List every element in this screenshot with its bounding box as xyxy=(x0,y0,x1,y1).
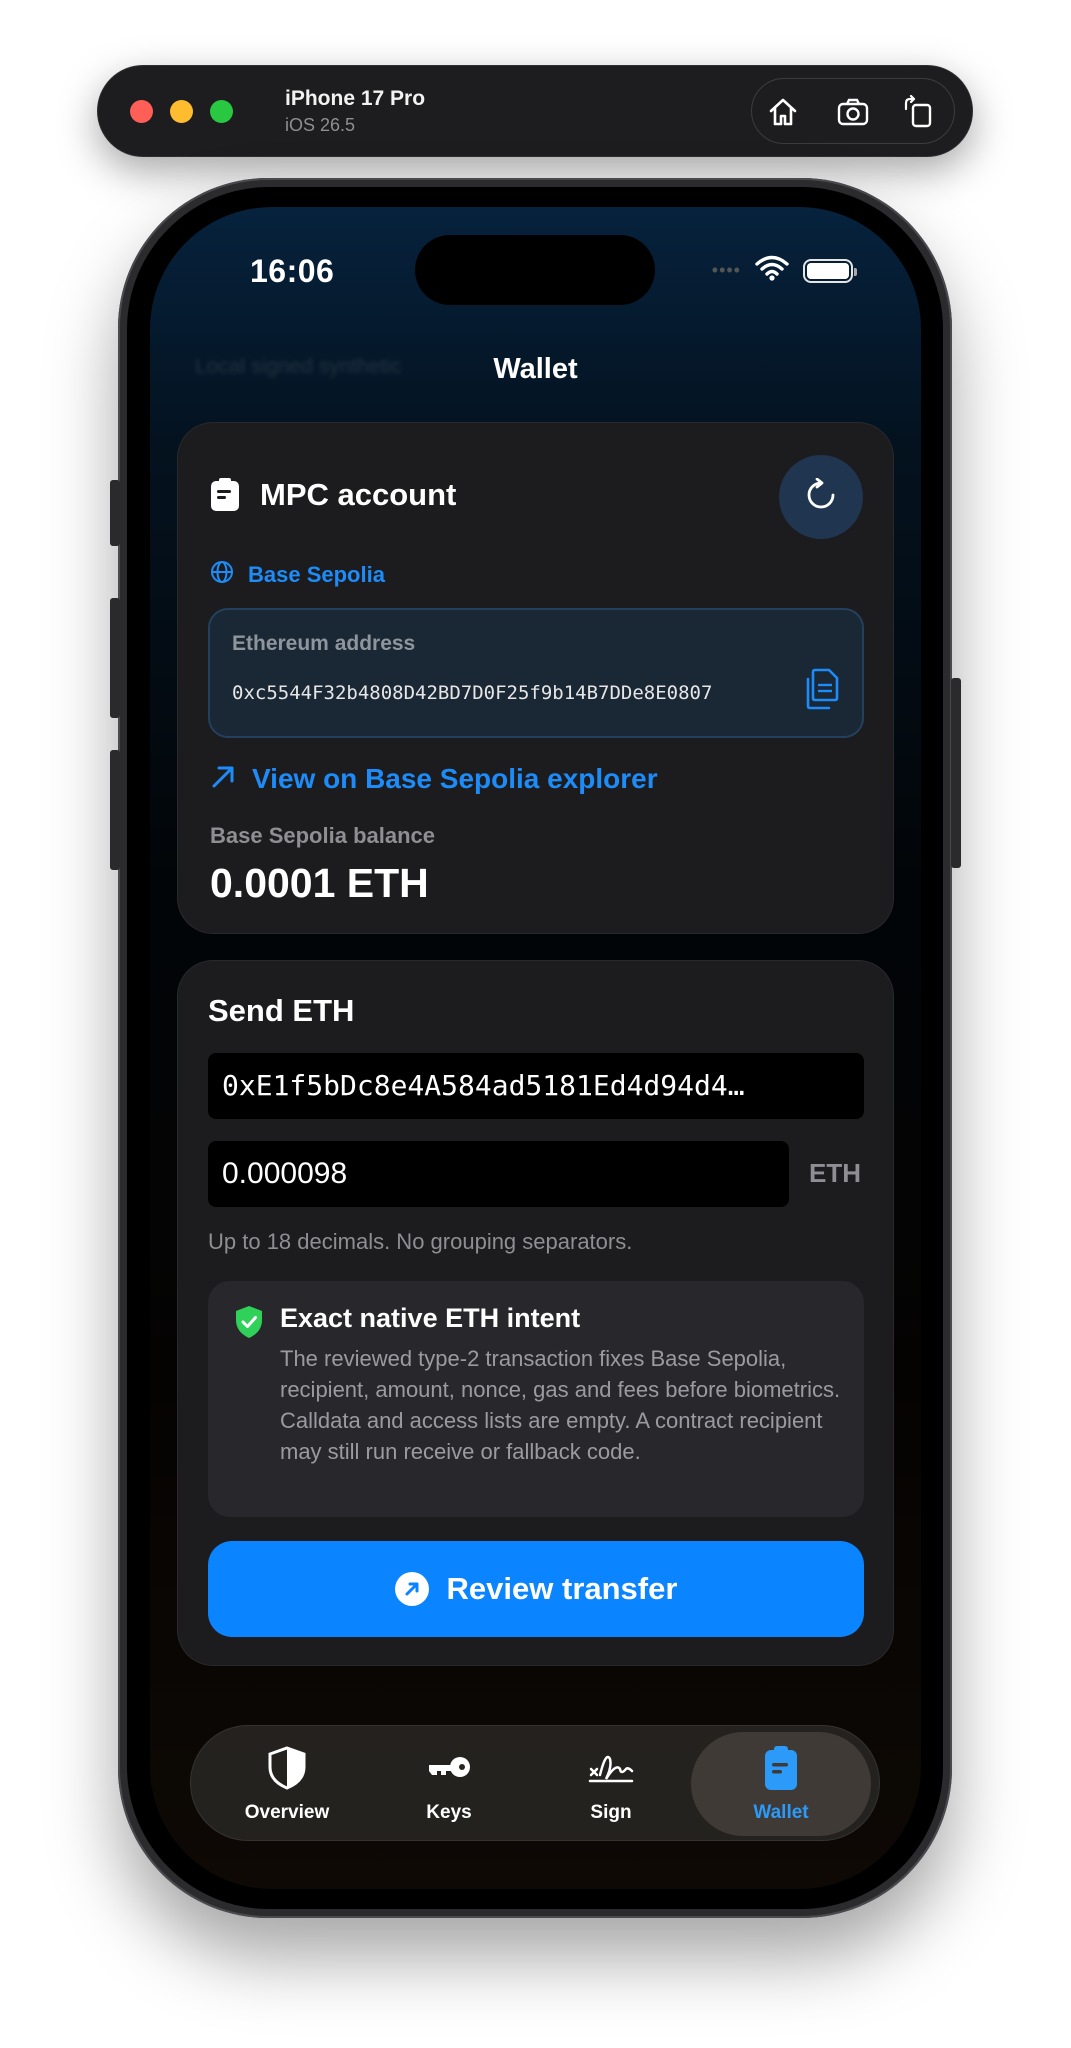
tab-wallet[interactable]: Wallet xyxy=(691,1732,871,1836)
balance-value: 0.0001 ETH xyxy=(210,860,429,906)
explorer-link[interactable]: View on Base Sepolia explorer xyxy=(210,763,658,795)
key-icon xyxy=(426,1745,472,1796)
simulator-toolbar: iPhone 17 Pro iOS 26.5 xyxy=(97,65,973,157)
simulator-device-name: iPhone 17 Pro xyxy=(285,87,426,110)
account-title: MPC account xyxy=(260,477,457,512)
explorer-link-text: View on Base Sepolia explorer xyxy=(252,763,658,794)
refresh-button[interactable] xyxy=(779,455,863,539)
arrow-up-right-icon xyxy=(210,764,236,795)
recipient-input[interactable]: 0xE1f5bDc8e4A584ad5181Ed4d94d4… xyxy=(208,1053,864,1119)
dynamic-island xyxy=(415,235,655,305)
tab-label: Sign xyxy=(590,1801,632,1823)
review-transfer-label: Review transfer xyxy=(446,1571,678,1606)
refresh-icon xyxy=(804,477,838,517)
tab-label: Overview xyxy=(244,1801,330,1823)
simulator-tools xyxy=(751,78,955,144)
network-label: Base Sepolia xyxy=(248,561,385,587)
document-icon xyxy=(210,478,240,512)
battery-icon xyxy=(803,258,857,283)
close-window-button[interactable] xyxy=(130,100,153,123)
address-box: Ethereum address 0xc5544F32b4808D42BD7D0… xyxy=(208,608,864,738)
screenshot-icon[interactable] xyxy=(836,95,870,129)
page-title: Wallet xyxy=(493,353,578,385)
intent-info-box: Exact native ETH intent The reviewed typ… xyxy=(208,1281,864,1517)
simulator-os-version: iOS 26.5 xyxy=(285,115,356,135)
action-button xyxy=(110,480,120,546)
tab-label: Keys xyxy=(426,1801,472,1823)
signature-icon xyxy=(588,1745,634,1796)
amount-unit: ETH xyxy=(809,1158,861,1188)
wallet-icon xyxy=(758,1745,804,1796)
home-icon[interactable] xyxy=(766,95,800,129)
intent-title: Exact native ETH intent xyxy=(280,1303,581,1333)
shield-check-icon xyxy=(234,1305,264,1339)
wifi-icon xyxy=(755,255,789,286)
account-card: MPC account Base Sepolia Ethereum addres… xyxy=(177,422,894,934)
status-time: 16:06 xyxy=(250,253,335,289)
tab-overview[interactable]: Overview xyxy=(197,1732,377,1836)
tab-sign[interactable]: Sign xyxy=(521,1732,701,1836)
phone-screen: 16:06 •••• Local signed synthetic Wallet… xyxy=(150,207,921,1889)
address-value: 0xc5544F32b4808D42BD7D0F25f9b14B7DDe8E08… xyxy=(232,682,713,704)
send-title: Send ETH xyxy=(208,993,355,1028)
rotate-icon[interactable] xyxy=(902,94,936,129)
zoom-window-button[interactable] xyxy=(210,100,233,123)
tab-bar: Overview Keys Sign Wallet xyxy=(190,1725,880,1841)
shield-icon xyxy=(264,1745,310,1796)
amount-input[interactable]: 0.000098 xyxy=(208,1141,789,1207)
cellular-icon: •••• xyxy=(711,260,741,280)
amount-hint: Up to 18 decimals. No grouping separator… xyxy=(208,1229,633,1254)
tab-keys[interactable]: Keys xyxy=(359,1732,539,1836)
volume-up-button xyxy=(110,598,120,718)
review-transfer-button[interactable]: Review transfer xyxy=(208,1541,864,1637)
tab-label: Wallet xyxy=(753,1801,809,1823)
intent-description: The reviewed type-2 transaction fixes Ba… xyxy=(280,1346,841,1464)
copy-icon[interactable] xyxy=(804,668,840,710)
send-card: Send ETH 0xE1f5bDc8e4A584ad5181Ed4d94d4…… xyxy=(177,960,894,1666)
balance-label: Base Sepolia balance xyxy=(210,823,435,848)
volume-down-button xyxy=(110,750,120,870)
globe-icon xyxy=(210,560,234,589)
minimize-window-button[interactable] xyxy=(170,100,193,123)
arrow-up-right-circle-icon xyxy=(394,1572,429,1606)
status-indicators: •••• xyxy=(711,255,857,286)
address-label: Ethereum address xyxy=(232,632,416,655)
side-button xyxy=(951,678,961,868)
network-row: Base Sepolia xyxy=(210,560,385,589)
